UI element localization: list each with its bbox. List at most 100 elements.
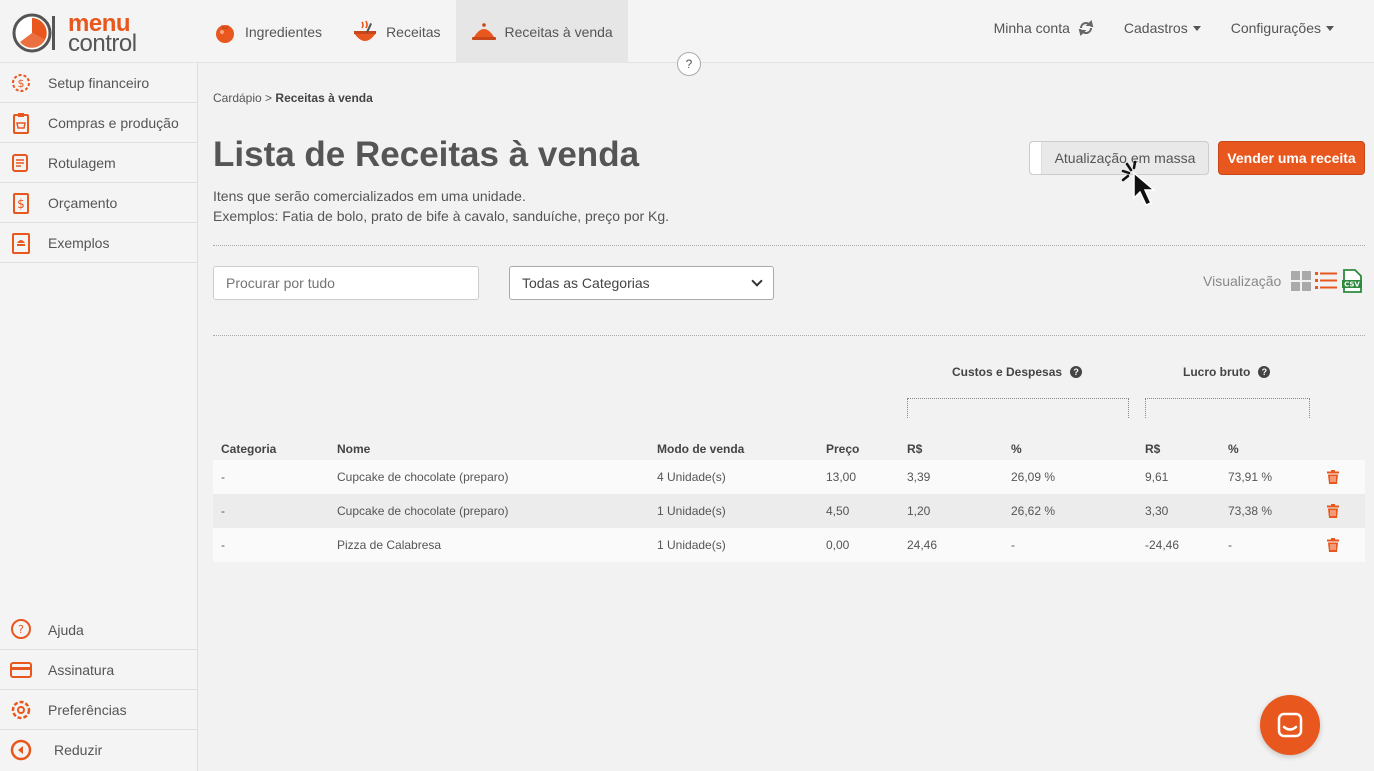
trash-icon[interactable] [1327, 460, 1339, 494]
group-header-costs: Custos e Despesas ? [952, 365, 1083, 379]
sidebar-item-rotulagem[interactable]: Rotulagem [0, 143, 197, 183]
svg-text:$: $ [17, 197, 25, 211]
tab-receitas-a-venda[interactable]: Receitas à venda [455, 0, 628, 63]
sidebar: $ Setup financeiro Compras e produção Ro… [0, 63, 198, 771]
table-row[interactable]: - Pizza de Calabresa 1 Unidade(s) 0,00 2… [213, 528, 1365, 562]
my-account-label: Minha conta [993, 20, 1070, 36]
grid-view-icon[interactable] [1291, 271, 1312, 291]
configuracoes-dropdown[interactable]: Configurações [1221, 20, 1374, 36]
sell-recipe-button[interactable]: Vender uma receita [1218, 141, 1365, 175]
mass-update-button[interactable]: Atualização em massa [1029, 141, 1209, 175]
csv-label: CSV [1344, 281, 1360, 289]
sync-icon [1078, 20, 1094, 36]
tab-ingredientes[interactable]: Ingredientes [198, 0, 337, 63]
sidebar-item-exemplos[interactable]: Exemplos [0, 223, 197, 263]
sidebar-item-reduzir[interactable]: Reduzir [0, 730, 197, 770]
header-modo[interactable]: Modo de venda [657, 428, 744, 460]
svg-text:?: ? [18, 623, 24, 636]
mass-update-toggle[interactable] [1030, 142, 1042, 174]
cell-custo-rs: 1,20 [907, 504, 931, 518]
sidebar-item-compras[interactable]: Compras e produção [0, 103, 197, 143]
group-profit-label: Lucro bruto [1183, 365, 1251, 379]
group-bracket-profit [1145, 398, 1310, 418]
header-preco[interactable]: Preço [826, 428, 859, 460]
question-icon[interactable]: ? [1258, 366, 1271, 378]
sidebar-item-label: Reduzir [54, 742, 103, 758]
tab-label: Receitas à venda [504, 23, 613, 40]
gear-icon [8, 697, 34, 723]
chat-launcher-button[interactable] [1260, 695, 1320, 755]
cadastros-dropdown[interactable]: Cadastros [1114, 20, 1221, 36]
cell-lucro-pct: - [1228, 538, 1232, 552]
group-costs-label: Custos e Despesas [952, 365, 1063, 379]
cell-nome[interactable]: Pizza de Calabresa [337, 528, 441, 562]
cell-lucro-pct: 73,91 % [1228, 470, 1273, 484]
top-nav: Ingredientes Receitas Receitas à venda [198, 0, 628, 63]
menu-control-logo[interactable]: menu control [12, 10, 162, 57]
my-account-link[interactable]: Minha conta [984, 20, 1114, 36]
help-icon: ? [8, 617, 34, 643]
sidebar-item-label: Orçamento [48, 194, 118, 211]
cell-preco: 4,50 [826, 504, 850, 518]
sidebar-item-assinatura[interactable]: Assinatura [0, 650, 197, 690]
question-icon[interactable]: ? [1070, 366, 1083, 378]
header-nome[interactable]: Nome [337, 428, 370, 460]
header-categoria[interactable]: Categoria [221, 428, 276, 460]
svg-text:$: $ [18, 77, 25, 90]
header-lucro-pct[interactable]: % [1228, 428, 1239, 460]
cell-lucro-rs: -24,46 [1145, 538, 1180, 552]
breadcrumb-parent[interactable]: Cardápio [213, 91, 262, 105]
tomato-icon [216, 24, 234, 43]
trash-icon[interactable] [1327, 528, 1339, 562]
category-select-value: Todas as Categorias [522, 275, 650, 291]
cell-categoria: - [221, 538, 225, 552]
breadcrumb: Cardápio > Receitas à venda [213, 91, 373, 105]
sidebar-item-label: Assinatura [48, 661, 115, 678]
sidebar-item-preferencias[interactable]: Preferências [0, 690, 197, 730]
sidebar-item-orcamento[interactable]: $ Orçamento [0, 183, 197, 223]
tab-receitas[interactable]: Receitas [337, 0, 455, 63]
sidebar-item-setup-financeiro[interactable]: $ Setup financeiro [0, 63, 197, 103]
chevron-down-icon [1192, 25, 1201, 31]
cell-categoria: - [221, 470, 225, 484]
divider [213, 245, 1365, 246]
subtitle-line-1: Itens que serão comercializados em uma u… [213, 188, 526, 204]
group-header-profit: Lucro bruto ? [1183, 365, 1271, 379]
header-custo-pct[interactable]: % [1011, 428, 1022, 460]
sidebar-item-label: Ajuda [48, 621, 84, 638]
header-lucro-rs[interactable]: R$ [1145, 428, 1160, 460]
collapse-left-icon [8, 737, 34, 763]
cell-preco: 0,00 [826, 538, 850, 552]
sidebar-item-label: Setup financeiro [48, 74, 150, 91]
divider [213, 335, 1365, 336]
cell-modo: 4 Unidade(s) [657, 470, 726, 484]
cell-nome[interactable]: Cupcake de chocolate (preparo) [337, 494, 508, 528]
cell-preco: 13,00 [826, 470, 857, 484]
cell-lucro-pct: 73,38 % [1228, 504, 1273, 518]
cell-nome[interactable]: Cupcake de chocolate (preparo) [337, 460, 508, 494]
table-row[interactable]: - Cupcake de chocolate (preparo) 4 Unida… [213, 460, 1365, 494]
cell-custo-pct: - [1011, 538, 1015, 552]
money-gear-icon: $ [8, 70, 34, 96]
table-row[interactable]: - Cupcake de chocolate (preparo) 1 Unida… [213, 494, 1365, 528]
cadastros-label: Cadastros [1123, 20, 1188, 36]
logo-word-control: control [68, 30, 137, 57]
help-bubble-button[interactable]: ? [677, 52, 701, 76]
chat-icon [1277, 712, 1303, 738]
cell-categoria: - [221, 504, 225, 518]
trash-icon[interactable] [1327, 494, 1339, 528]
search-input[interactable] [213, 266, 479, 300]
pot-icon [354, 20, 377, 41]
sidebar-item-ajuda[interactable]: ? Ajuda [0, 610, 197, 650]
breadcrumb-current: Receitas à venda [275, 91, 373, 105]
cell-custo-pct: 26,09 % [1011, 470, 1056, 484]
header-custo-rs[interactable]: R$ [907, 428, 922, 460]
list-view-icon[interactable] [1315, 271, 1338, 291]
right-nav: Minha conta Cadastros Configurações [984, 0, 1374, 56]
category-select[interactable]: Todas as Categorias [509, 266, 774, 300]
cloche-icon [471, 22, 496, 40]
cell-custo-rs: 24,46 [907, 538, 938, 552]
visualization-controls: Visualização CSV [1203, 269, 1363, 293]
cell-lucro-rs: 9,61 [1145, 470, 1169, 484]
csv-export-icon[interactable]: CSV [1341, 269, 1363, 293]
